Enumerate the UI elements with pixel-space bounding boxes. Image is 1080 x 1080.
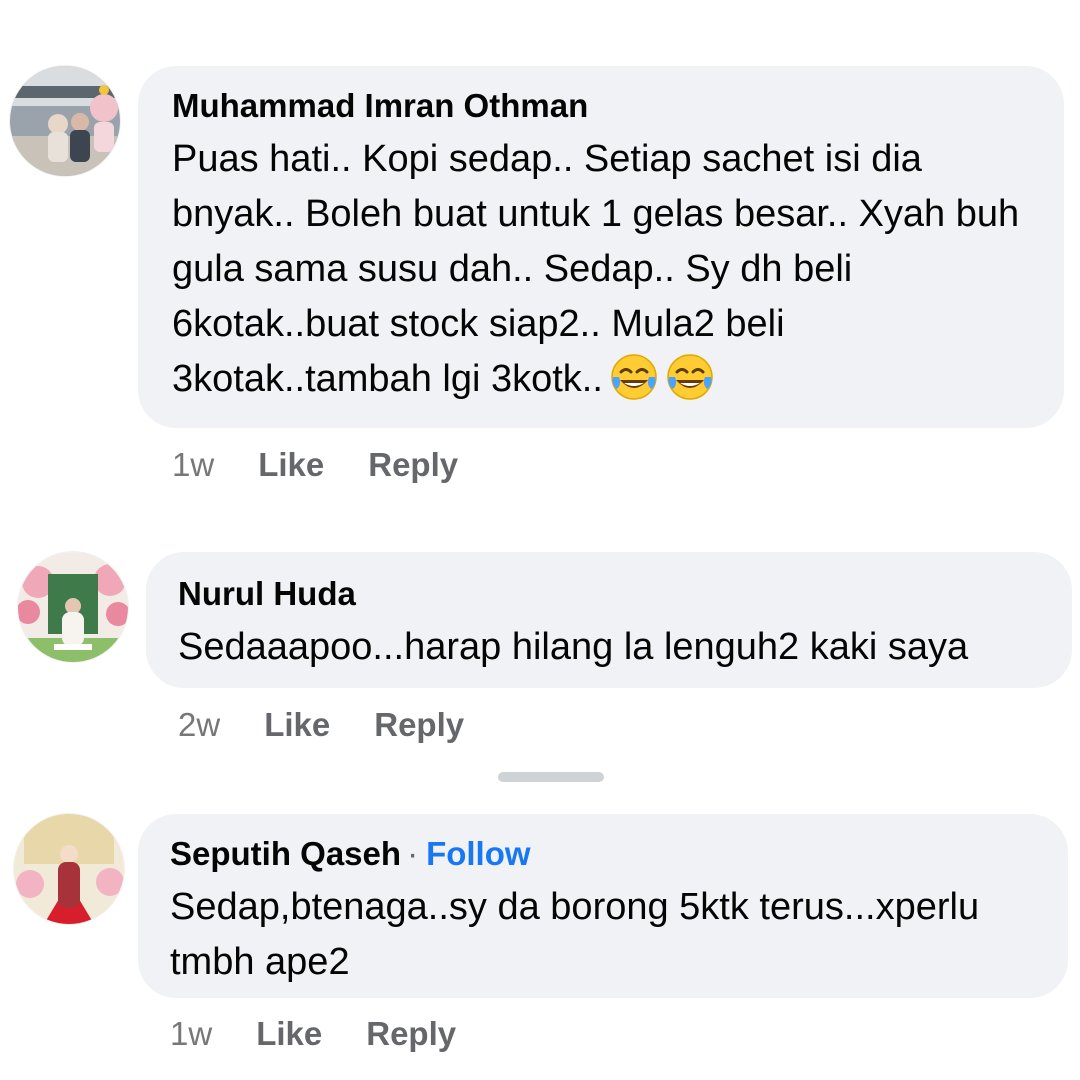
comment-actions: 2w Like Reply: [178, 705, 464, 745]
comment-bubble: Seputih Qaseh · Follow Sedap,btenaga..sy d…: [138, 814, 1068, 998]
separator-dot: ·: [407, 835, 419, 872]
comment-actions: 1w Like Reply: [170, 1014, 456, 1054]
like-button[interactable]: Like: [264, 706, 330, 743]
comment-text-body: Puas hati.. Kopi sedap.. Setiap sachet i…: [172, 138, 1020, 400]
comment-time[interactable]: 2w: [178, 706, 220, 743]
like-button[interactable]: Like: [256, 1015, 322, 1052]
comment-actions: 1w Like Reply: [172, 445, 458, 485]
reply-button[interactable]: Reply: [366, 1015, 456, 1052]
comment-bubble: Nurul Huda Sedaaapoo...harap hilang la l…: [146, 552, 1072, 688]
like-button[interactable]: Like: [258, 446, 324, 483]
tears-of-joy-emoji-icon: [665, 353, 715, 401]
comment-author[interactable]: Muhammad Imran Othman: [172, 86, 1030, 126]
follow-button[interactable]: Follow: [426, 835, 530, 872]
tears-of-joy-emoji-icon: [609, 353, 659, 401]
comment-time[interactable]: 1w: [172, 446, 214, 483]
reply-button[interactable]: Reply: [374, 706, 464, 743]
comment-bubble: Muhammad Imran Othman Puas hati.. Kopi s…: [138, 66, 1064, 428]
drag-handle[interactable]: [498, 772, 604, 782]
comment-time[interactable]: 1w: [170, 1015, 212, 1052]
avatar[interactable]: [14, 814, 124, 924]
comment-text: Sedaaapoo...harap hilang la lenguh2 kaki…: [178, 626, 969, 668]
comment-author[interactable]: Seputih Qaseh: [170, 835, 401, 872]
avatar[interactable]: [10, 66, 120, 176]
comment-text: Sedap,btenaga..sy da borong 5ktk terus..…: [170, 886, 980, 983]
comment-author-row: Seputih Qaseh · Follow: [170, 834, 1036, 874]
reply-button[interactable]: Reply: [368, 446, 458, 483]
comment-author[interactable]: Nurul Huda: [178, 574, 1040, 614]
avatar[interactable]: [18, 552, 128, 662]
comment-text: Puas hati.. Kopi sedap.. Setiap sachet i…: [172, 132, 1030, 407]
